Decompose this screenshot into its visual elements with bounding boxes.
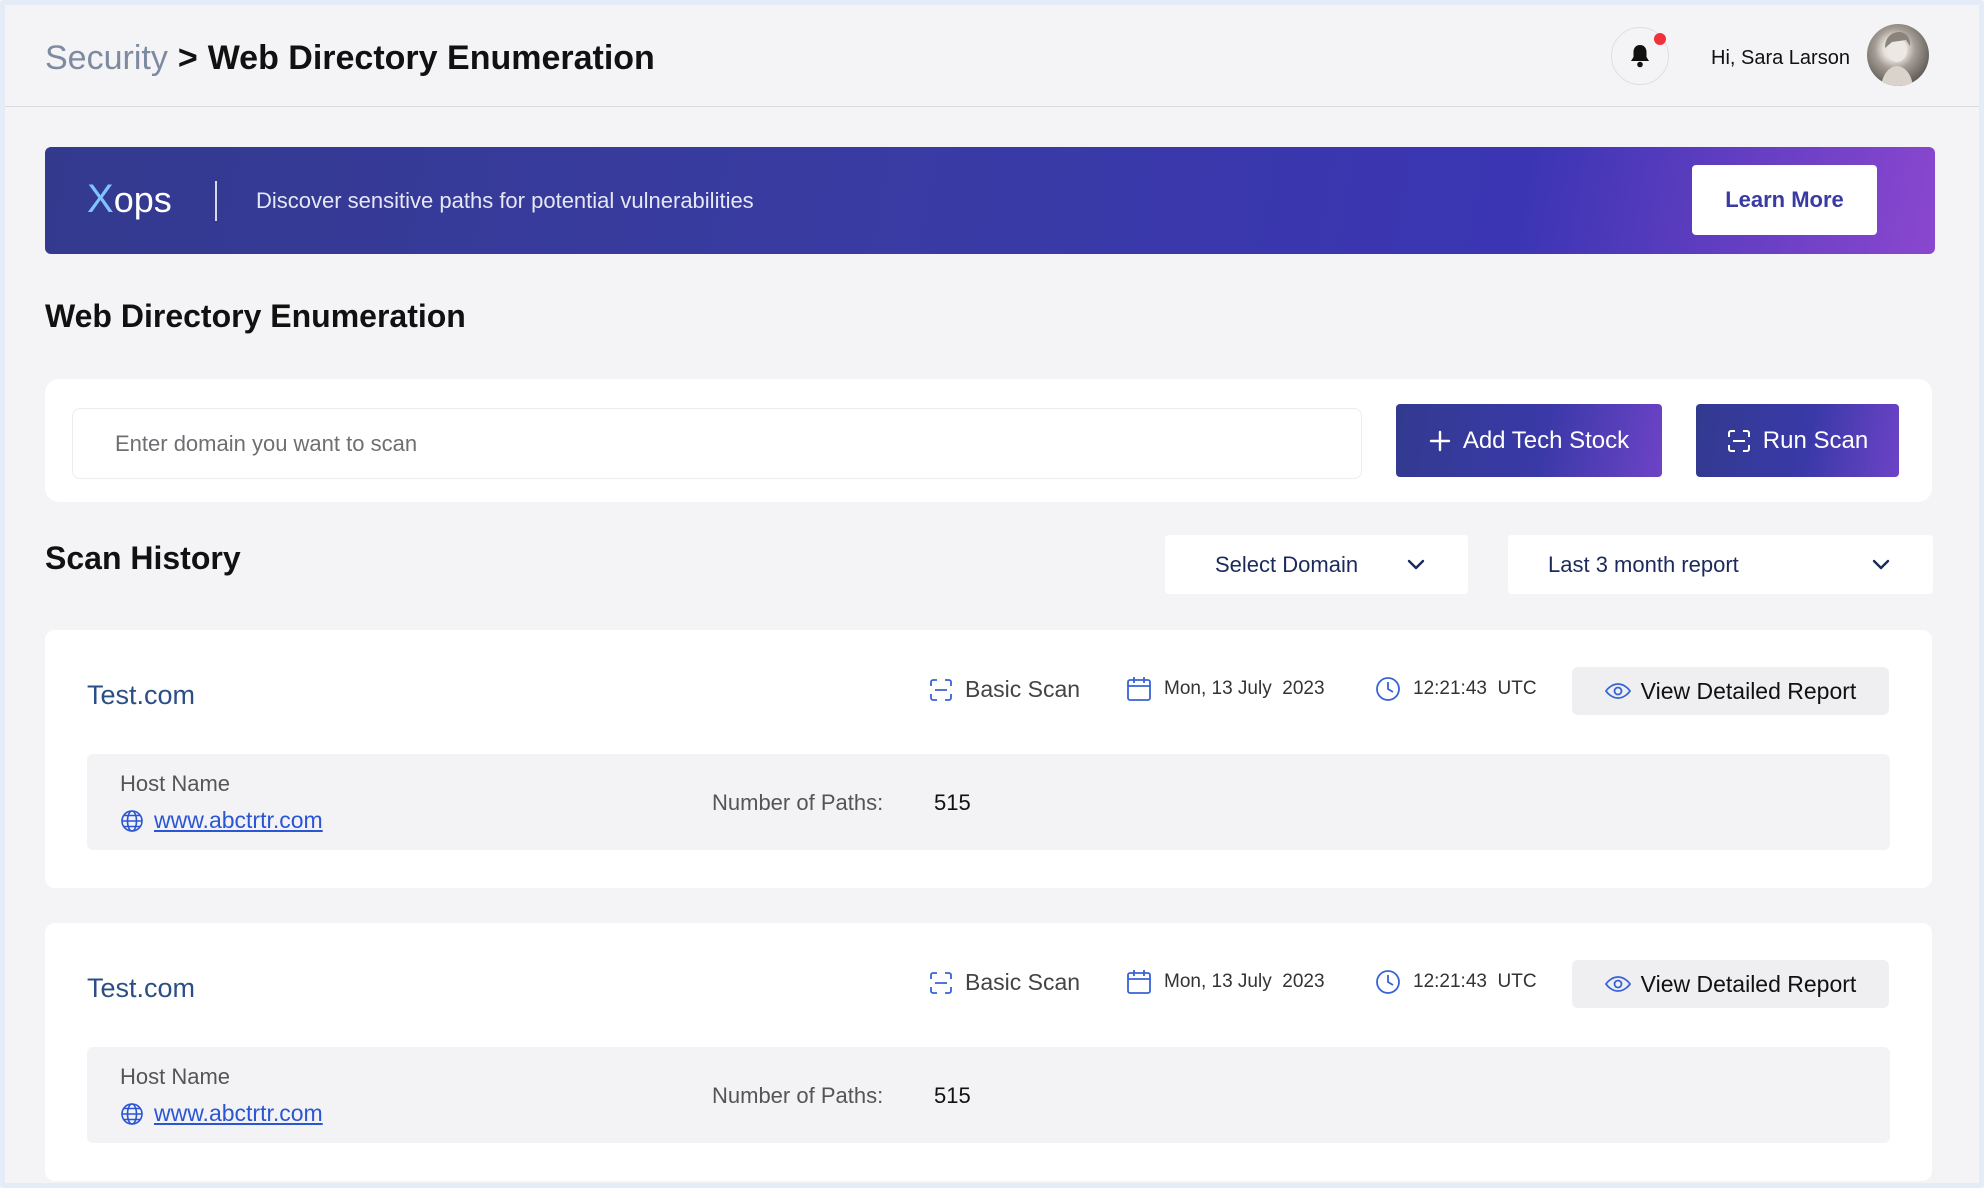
run-scan-label: Run Scan: [1762, 426, 1869, 454]
banner-divider: [215, 181, 217, 221]
breadcrumb-parent-link[interactable]: Security: [45, 39, 168, 78]
report-range-label: Last 3 month report: [1548, 551, 1739, 577]
number-of-paths-label: Number of Paths:: [712, 790, 884, 815]
avatar-portrait-icon: [1881, 32, 1913, 86]
scan-date: Mon, 13 July 2023: [1126, 969, 1325, 995]
breadcrumb-current: Web Directory Enumeration: [207, 39, 655, 77]
scan-type-label: Basic Scan: [965, 676, 1081, 702]
number-of-paths-value: 515: [934, 790, 971, 815]
page-title: Web Directory Enumeration: [45, 298, 466, 334]
scan-history-card: Test.com Basic Scan Mon, 13 July 2023 12…: [45, 923, 1932, 1181]
calendar-icon: [1127, 677, 1151, 701]
scan-frame-icon: [1727, 429, 1750, 452]
select-domain-dropdown[interactable]: Select Domain: [1165, 535, 1468, 594]
logo-x: X: [87, 177, 114, 221]
eye-icon: [1604, 976, 1631, 992]
scan-domain[interactable]: Test.com: [87, 973, 195, 1004]
host-details: Host Name www.abctrtr.com Number of Path…: [87, 754, 1890, 850]
banner-tagline: Discover sensitive paths for potential v…: [256, 188, 754, 213]
scan-type: Basic Scan: [929, 676, 1080, 703]
host-link[interactable]: www.abctrtr.com: [154, 1100, 323, 1127]
xops-logo: X ops: [87, 177, 172, 222]
scan-history-card: Test.com Basic Scan Mon, 13 July 2023 12…: [45, 630, 1932, 888]
add-tech-stock-button[interactable]: Add Tech Stock: [1396, 404, 1662, 477]
globe-icon: [121, 809, 143, 832]
chevron-down-icon: [1407, 559, 1425, 570]
eye-icon: [1604, 683, 1631, 699]
globe-icon: [121, 1102, 143, 1125]
report-range-dropdown[interactable]: Last 3 month report: [1508, 535, 1933, 594]
view-detailed-report-button[interactable]: View Detailed Report: [1572, 960, 1889, 1008]
scan-panel: Add Tech Stock Run Scan: [45, 379, 1932, 502]
number-of-paths-value: 515: [934, 1083, 971, 1108]
host-link-row: www.abctrtr.com: [120, 1100, 323, 1127]
user-greeting: Hi, Sara Larson: [1711, 47, 1850, 69]
view-detailed-report-button[interactable]: View Detailed Report: [1572, 667, 1889, 715]
host-link-row: www.abctrtr.com: [120, 807, 323, 834]
scan-date-label: Mon, 13 July 2023: [1164, 678, 1325, 699]
breadcrumb-separator: >: [177, 39, 198, 77]
notification-dot: [1654, 33, 1666, 45]
host-name-label: Host Name: [120, 1064, 231, 1089]
scan-frame-icon: [930, 678, 952, 701]
scan-type-label: Basic Scan: [965, 969, 1081, 995]
view-detailed-report-label: View Detailed Report: [1640, 677, 1857, 704]
host-name-label: Host Name: [120, 771, 231, 796]
top-bar: Security > Web Directory Enumeration Hi,…: [5, 5, 1979, 107]
select-domain-label: Select Domain: [1215, 551, 1359, 577]
clock-icon: [1376, 970, 1400, 994]
avatar[interactable]: [1867, 24, 1929, 86]
scan-domain[interactable]: Test.com: [87, 680, 195, 711]
plus-icon: [1429, 430, 1451, 451]
breadcrumb: Security > Web Directory Enumeration: [45, 39, 655, 78]
notification-button[interactable]: [1611, 27, 1669, 85]
host-details: Host Name www.abctrtr.com Number of Path…: [87, 1047, 1890, 1143]
add-tech-stock-label: Add Tech Stock: [1462, 426, 1630, 454]
bell-icon: [1631, 45, 1649, 68]
logo-text: ops: [113, 179, 172, 220]
host-link[interactable]: www.abctrtr.com: [154, 807, 323, 834]
domain-input[interactable]: [72, 408, 1362, 479]
scan-frame-icon: [930, 971, 952, 994]
scan-history-title: Scan History: [45, 540, 241, 576]
promo-banner: X ops Discover sensitive paths for poten…: [45, 147, 1935, 254]
scan-time: 12:21:43 UTC: [1375, 676, 1537, 702]
clock-icon: [1376, 677, 1400, 701]
chevron-down-icon: [1872, 559, 1890, 570]
scan-date-label: Mon, 13 July 2023: [1164, 971, 1325, 992]
learn-more-button[interactable]: Learn More: [1692, 165, 1877, 235]
number-of-paths-label: Number of Paths:: [712, 1083, 884, 1108]
scan-time-label: 12:21:43 UTC: [1413, 971, 1537, 992]
scan-type: Basic Scan: [929, 969, 1080, 996]
view-detailed-report-label: View Detailed Report: [1640, 970, 1857, 997]
run-scan-button[interactable]: Run Scan: [1696, 404, 1899, 477]
scan-time-label: 12:21:43 UTC: [1413, 678, 1537, 699]
calendar-icon: [1127, 970, 1151, 994]
scan-date: Mon, 13 July 2023: [1126, 676, 1325, 702]
scan-time: 12:21:43 UTC: [1375, 969, 1537, 995]
